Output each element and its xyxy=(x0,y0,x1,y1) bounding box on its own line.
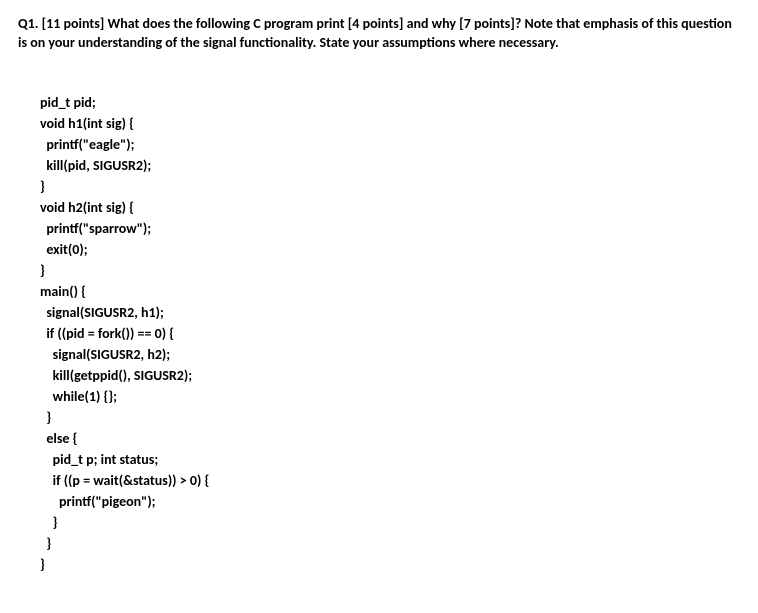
code-line: main() { xyxy=(40,283,86,300)
code-block: pid_t pid; void h1(int sig) { printf("ea… xyxy=(40,71,740,575)
code-line: signal(SIGUSR2, h1); xyxy=(40,304,164,321)
code-line: printf("sparrow"); xyxy=(40,220,151,237)
code-line: void h1(int sig) { xyxy=(40,115,134,132)
code-line: while(1) {}; xyxy=(40,388,117,405)
code-line: } xyxy=(40,535,51,552)
code-line: pid_t pid; xyxy=(40,94,96,111)
code-line: } xyxy=(40,556,45,573)
question-header: Q1. [11 points] What does the following … xyxy=(18,15,740,53)
code-line: } xyxy=(40,178,45,195)
code-line: exit(0); xyxy=(40,241,88,258)
code-line: else { xyxy=(40,430,77,447)
code-line: pid_t p; int status; xyxy=(40,451,158,468)
code-line: void h2(int sig) { xyxy=(40,199,134,216)
code-line: } xyxy=(40,262,45,279)
code-line: printf("pigeon"); xyxy=(40,493,156,510)
code-line: } xyxy=(40,514,57,531)
code-line: kill(getppid(), SIGUSR2); xyxy=(40,367,192,384)
code-line: if ((p = wait(&status)) > 0) { xyxy=(40,472,209,489)
code-line: printf("eagle"); xyxy=(40,136,134,153)
code-line: signal(SIGUSR2, h2); xyxy=(40,346,170,363)
code-line: if ((pid = fork()) == 0) { xyxy=(40,325,174,342)
code-line: } xyxy=(40,409,51,426)
code-line: kill(pid, SIGUSR2); xyxy=(40,157,151,174)
